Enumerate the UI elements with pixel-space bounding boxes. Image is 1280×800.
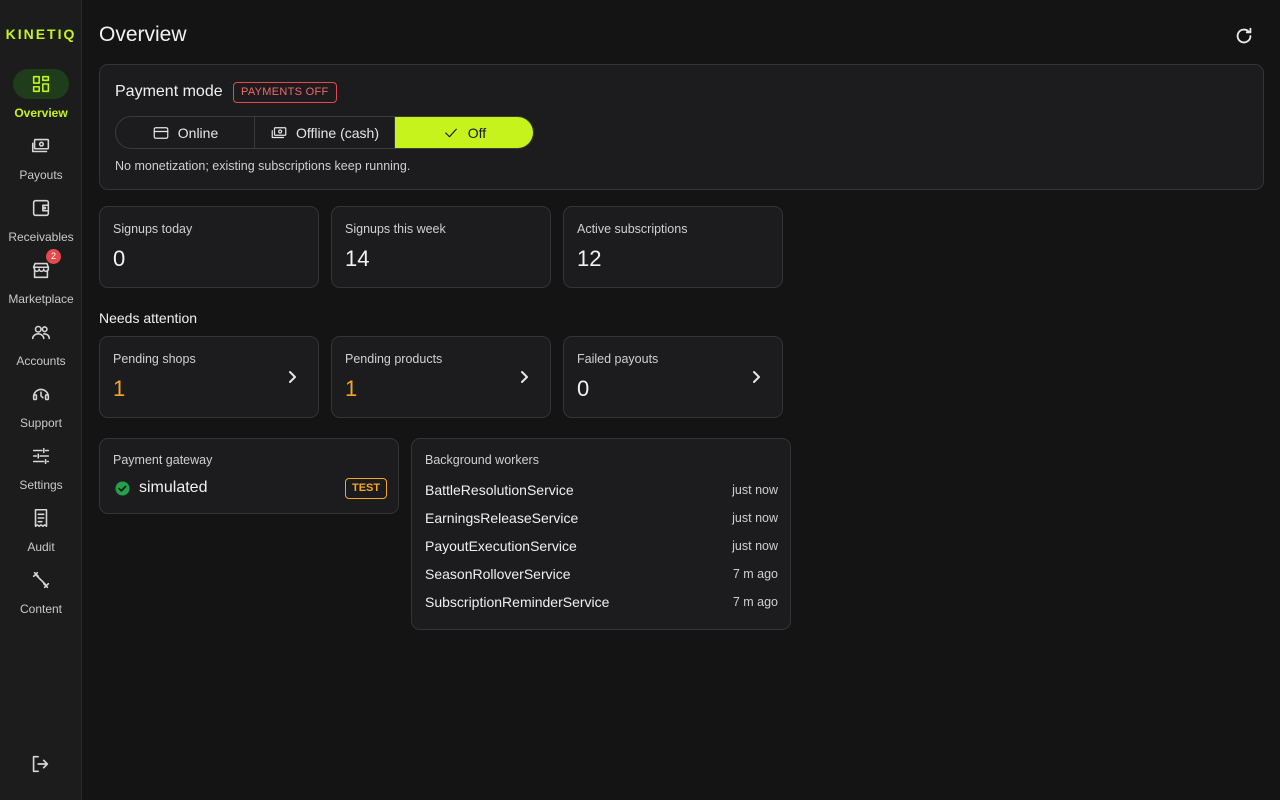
stat-label: Signups this week [345,222,446,236]
stat-value: 12 [577,246,602,271]
chevron-right-icon[interactable] [518,369,532,385]
section-title-needs-attention: Needs attention [99,310,198,326]
chevron-right-icon[interactable] [286,369,300,385]
worker-row: BattleResolutionService just now [425,482,778,502]
stat-value: 0 [113,246,126,271]
payment-mode-online[interactable]: Online [116,117,255,148]
worker-row: EarningsReleaseService just now [425,510,778,530]
stat-value: 1 [345,376,358,401]
payment-gateway-card: Payment gateway simulated TEST [99,438,399,514]
credit-card-icon [153,126,169,139]
worker-last-run: just now [732,483,778,497]
sidebar: KINETIQ Overview Payouts Receivables 2 M… [0,0,82,800]
payouts-icon [13,131,69,161]
sidebar-item-label: Receivables [8,230,74,244]
stat-label: Failed payouts [577,352,659,366]
worker-name: BattleResolutionService [425,482,574,498]
stat-label: Signups today [113,222,193,236]
notification-badge: 2 [46,249,61,264]
stat-value: 1 [113,376,126,401]
sidebar-item-audit[interactable]: Audit [0,503,82,561]
sidebar-item-marketplace[interactable]: 2 Marketplace [0,249,82,313]
people-icon [13,317,69,347]
option-label: Off [467,124,487,141]
worker-name: SeasonRolloverService [425,566,571,582]
gateway-label: Payment gateway [113,453,213,467]
stat-card-signups-today: Signups today 0 [99,206,319,288]
sidebar-item-label: Accounts [16,354,66,368]
worker-last-run: just now [732,511,778,525]
sidebar-item-label: Settings [19,478,63,492]
background-workers-card: Background workers BattleResolutionServi… [411,438,791,630]
stat-label: Pending shops [113,352,196,366]
check-icon [444,128,457,137]
sliders-icon [13,441,69,471]
payment-mode-offline-cash[interactable]: Offline (cash) [255,117,395,148]
sidebar-item-label: Payouts [19,168,63,182]
dashboard-icon [13,69,69,99]
payment-mode-card: Payment mode PAYMENTS OFF Online Offline… [99,64,1264,190]
workers-label: Background workers [425,453,539,467]
option-label: Offline (cash) [296,124,379,141]
payment-mode-description: No monetization; existing subscriptions … [115,159,411,173]
worker-last-run: just now [732,539,778,553]
sidebar-item-accounts[interactable]: Accounts [0,317,82,375]
sidebar-item-label: Marketplace [8,292,74,306]
stat-card-active-subscriptions: Active subscriptions 12 [563,206,783,288]
worker-name: SubscriptionReminderService [425,594,610,610]
worker-name: PayoutExecutionService [425,538,577,554]
stat-label: Active subscriptions [577,222,688,236]
sidebar-item-label: Content [19,602,63,616]
headset-icon [13,379,69,409]
chevron-right-icon[interactable] [750,369,764,385]
sidebar-item-label: Overview [14,106,68,120]
receipt-icon [13,503,69,533]
check-circle-icon [115,481,130,496]
sidebar-item-payouts[interactable]: Payouts [0,131,82,189]
store-icon: 2 [13,249,69,285]
payments-status-badge: PAYMENTS OFF [233,82,337,103]
stat-card-signups-week: Signups this week 14 [331,206,551,288]
attention-card-failed-payouts[interactable]: Failed payouts 0 [563,336,783,418]
cash-icon [271,126,287,138]
worker-row: PayoutExecutionService just now [425,538,778,558]
payment-mode-title: Payment mode [115,83,223,100]
wallet-icon [13,193,69,223]
payment-mode-off[interactable]: Off [395,117,533,148]
option-label: Online [177,124,219,141]
page-title: Overview [99,23,187,46]
logout-icon[interactable] [29,753,53,777]
sidebar-item-label: Audit [27,540,55,554]
sidebar-item-settings[interactable]: Settings [0,441,82,499]
stat-value: 14 [345,246,370,271]
worker-last-run: 7 m ago [732,567,778,581]
brand-logo: KINETIQ [5,26,77,42]
attention-card-pending-products[interactable]: Pending products 1 [331,336,551,418]
worker-row: SubscriptionReminderService 7 m ago [425,594,778,614]
sidebar-item-support[interactable]: Support [0,379,82,437]
dumbbell-icon [13,565,69,595]
payment-mode-selector: Online Offline (cash) Off [115,116,534,149]
worker-row: SeasonRolloverService 7 m ago [425,566,778,586]
sidebar-item-content[interactable]: Content [0,565,82,623]
sidebar-item-overview[interactable]: Overview [0,69,82,127]
worker-name: EarningsReleaseService [425,510,579,526]
test-mode-badge: TEST [345,478,388,499]
stat-value: 0 [577,376,590,401]
gateway-name: simulated [139,479,208,496]
sidebar-item-receivables[interactable]: Receivables [0,193,82,251]
sidebar-item-label: Support [19,416,63,430]
worker-last-run: 7 m ago [732,595,778,609]
stat-label: Pending products [345,352,443,366]
attention-card-pending-shops[interactable]: Pending shops 1 [99,336,319,418]
refresh-icon[interactable] [1233,25,1255,47]
